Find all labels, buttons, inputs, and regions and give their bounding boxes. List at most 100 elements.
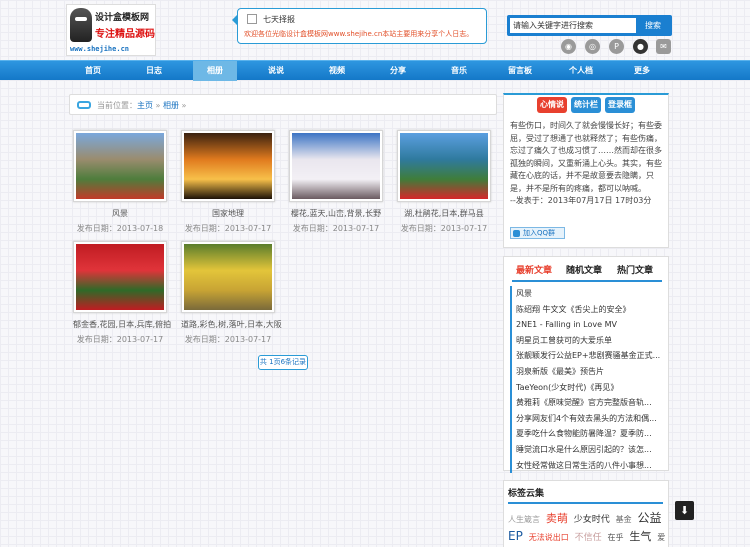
photo-thumbnail[interactable] [292,133,380,199]
nav-item-profile[interactable]: 个人档 [559,61,603,81]
pagination[interactable]: 共 1页6条记录 [258,355,308,370]
nav-item-blog[interactable]: 日志 [132,61,176,81]
breadcrumb-separator: » [181,101,187,110]
breadcrumb: 当前位置：主页 » 相册 » [69,94,497,115]
back-to-top-button[interactable]: ⬇ [675,501,694,520]
photo-frame[interactable] [181,130,275,202]
logo-title: 设计盒模板网 [95,13,150,23]
breadcrumb-text: 当前位置：主页 » 相册 » [97,100,186,111]
photo-card[interactable]: 道路,彩色,树,落叶,日本,大阪 发布日期：2013-07-17 [181,241,282,345]
photo-date: 发布日期：2013-07-17 [184,224,272,233]
tab-stats[interactable]: 统计栏 [571,97,601,113]
location-icon [77,101,91,109]
tag-link[interactable]: 在乎 [607,533,623,542]
tag-link[interactable]: 卖萌 [546,512,568,525]
tag-cloud-title: 标签云集 [508,486,663,504]
tab-login[interactable]: 登录框 [605,97,635,113]
weibo-icon[interactable]: ◎ [585,39,600,54]
photo-thumbnail[interactable] [76,133,164,199]
nav-item-guestbook[interactable]: 留言板 [498,61,542,81]
photo-thumbnail[interactable] [184,244,272,310]
nav-item-home[interactable]: 首页 [71,61,115,81]
tag-link[interactable]: 公益 [638,511,662,525]
article-item[interactable]: 黄雅莉《原味觉醒》官方完整版音轨... [510,395,662,411]
photo-card[interactable]: 樱花,蓝天,山峦,背景,长野 发布日期：2013-07-17 [289,130,383,234]
tab-random-articles[interactable]: 随机文章 [566,263,602,276]
tag-cloud-panel: 标签云集 人生箴言 卖萌 少女时代 基金 公益 EP 无法说出口 不信任 在乎 … [503,480,669,547]
nav-item-video[interactable]: 视频 [315,61,359,81]
article-item[interactable]: 女性经常做这日常生活的八件小事想... [510,457,662,474]
tencent-icon[interactable]: ● [633,39,648,54]
nav-item-share[interactable]: 分享 [376,61,420,81]
photo-frame[interactable] [397,130,491,202]
photo-card[interactable]: 湖,杜鹃花,日本,群马县 发布日期：2013-07-17 [397,130,491,234]
photo-date: 发布日期：2013-07-18 [76,224,164,233]
search-button[interactable]: 搜索 [638,18,668,33]
nav-item-more[interactable]: 更多 [620,61,664,81]
photo-card[interactable]: 风景 发布日期：2013-07-18 [73,130,167,234]
photo-caption[interactable]: 道路,彩色,树,落叶,日本,大阪 [181,319,282,330]
mood-date: --发表于：2013年07月17日 17时03分 [510,196,652,205]
photo-date: 发布日期：2013-07-17 [400,224,488,233]
tag-link[interactable]: 不信任 [575,533,602,543]
nav-item-talk[interactable]: 说说 [254,61,298,81]
article-item[interactable]: 分享网友们4个有效去黑头的方法和偶... [510,410,662,427]
notice-box: 七天择报 欢迎各位光临设计盒模板网www.shejihe.cn本站主要用来分享个… [232,8,487,44]
breadcrumb-prefix: 当前位置： [97,101,137,110]
article-item[interactable]: 风景 [510,286,662,302]
nav-item-album[interactable]: 相册 [193,61,237,81]
search-input[interactable] [510,18,636,33]
article-item[interactable]: 2NE1 - Falling in Love MV [510,317,662,333]
article-item[interactable]: 明星员工曾获可的大爱乐单 [510,332,662,349]
photo-caption[interactable]: 风景 [73,208,167,219]
logo-url: www.shejihe.cn [70,45,130,53]
article-item[interactable]: 陈绍翔 牛文文《舌尖上的安全》 [510,301,662,318]
tag-link[interactable]: 基金 [616,515,632,524]
photo-date: 发布日期：2013-07-17 [76,335,164,344]
articles-panel: 最新文章 随机文章 热门文章 风景 陈绍翔 牛文文《舌尖上的安全》 2NE1 -… [503,256,669,474]
article-item[interactable]: 张靓颖发行公益EP+悲剧赛骚基金正式... [510,348,662,364]
photo-card[interactable]: 国家地理 发布日期：2013-07-17 [181,130,275,234]
photo-frame[interactable] [73,241,167,313]
header: 设计盒模板网 专注精品源码 www.shejihe.cn 七天择报 欢迎各位光临… [0,0,750,60]
photo-thumbnail[interactable] [400,133,488,199]
breadcrumb-current-link[interactable]: 相册 [163,101,179,110]
tag-link[interactable]: 生气 [629,530,651,543]
tag-link[interactable]: 无法说出口 [529,533,569,542]
qq-icon[interactable]: P [609,39,624,54]
photo-caption[interactable]: 樱花,蓝天,山峦,背景,长野 [289,208,383,219]
tab-mood[interactable]: 心情说 [537,97,567,113]
article-item[interactable]: 睡觉流口水是什么原因引起的？该怎... [510,441,662,458]
tag-link[interactable]: EP [508,529,523,543]
articles-tabs: 最新文章 随机文章 热门文章 [512,263,662,282]
photo-caption[interactable]: 国家地理 [181,208,275,219]
photo-thumbnail[interactable] [184,133,272,199]
rss-icon[interactable]: ◉ [561,39,576,54]
photo-frame[interactable] [181,241,275,313]
tab-hot-articles[interactable]: 热门文章 [617,263,653,276]
mail-icon[interactable]: ✉ [656,39,671,54]
photo-date: 发布日期：2013-07-17 [184,335,272,344]
tab-latest-articles[interactable]: 最新文章 [516,263,552,276]
main-nav: 首页 日志 相册 说说 视频 分享 音乐 留言板 个人档 更多 [0,60,750,81]
search-bar: 搜索 [507,15,672,36]
article-item[interactable]: 夏季吃什么食物能防暑降温？夏季防... [510,426,662,442]
join-qq-group-button[interactable]: 加入QQ群 [510,227,565,239]
article-item[interactable]: TaeYeon(少女时代)《再见》 [510,379,662,396]
notice-checkbox[interactable] [247,14,257,24]
mood-content: 有些伤口，时间久了就会慢慢长好；有些委屈，受过了想通了也就释然了；有些伤痛，忘过… [510,121,662,193]
photo-frame[interactable] [289,130,383,202]
nav-item-music[interactable]: 音乐 [437,61,481,81]
tag-link[interactable]: 少女时代 [574,515,610,525]
photo-frame[interactable] [73,130,167,202]
breadcrumb-separator: » [155,101,161,110]
photo-caption[interactable]: 郁金香,花园,日本,兵库,俯拍 [73,319,171,330]
site-logo[interactable]: 设计盒模板网 专注精品源码 www.shejihe.cn [66,4,156,56]
breadcrumb-home-link[interactable]: 主页 [137,101,153,110]
photo-card[interactable]: 郁金香,花园,日本,兵库,俯拍 发布日期：2013-07-17 [73,241,171,345]
article-item[interactable]: 羽泉新版《最美》预告片 [510,363,662,380]
tag-link[interactable]: 人生箴言 [508,515,540,524]
photo-thumbnail[interactable] [76,244,164,310]
article-list: 风景 陈绍翔 牛文文《舌尖上的安全》 2NE1 - Falling in Lov… [510,286,662,474]
photo-caption[interactable]: 湖,杜鹃花,日本,群马县 [397,208,491,219]
